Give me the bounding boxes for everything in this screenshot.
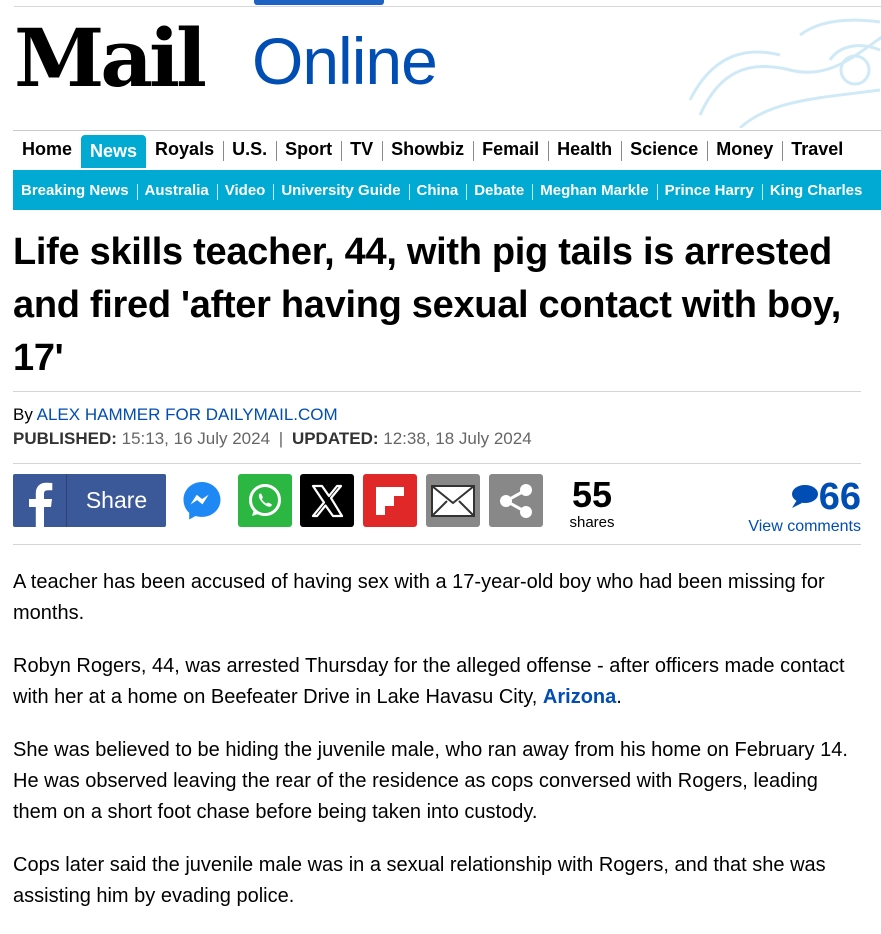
more-share-button[interactable] xyxy=(489,474,543,527)
share-divider xyxy=(13,544,861,545)
subnav-item-university-guide[interactable]: University Guide xyxy=(273,182,408,200)
share-icon xyxy=(500,483,532,518)
subnav-item-breaking-news[interactable]: Breaking News xyxy=(13,182,137,199)
comments-link[interactable]: 66 View comments xyxy=(740,476,861,536)
subnav-item-video[interactable]: Video xyxy=(216,182,274,200)
logo-online[interactable]: Online xyxy=(252,26,438,96)
subnav-item-prince-harry[interactable]: Prince Harry xyxy=(656,182,762,200)
share-count: 55 shares xyxy=(566,476,618,532)
nav-item-femail[interactable]: Femail xyxy=(473,131,548,168)
article-paragraph: Cops later said the juvenile male was in… xyxy=(13,854,826,907)
date-separator: | xyxy=(278,429,284,448)
byline-divider xyxy=(13,463,861,464)
masthead: Mail Online xyxy=(0,8,881,128)
flipboard-icon xyxy=(376,486,404,515)
article-headline: Life skills teacher, 44, with pig tails … xyxy=(13,231,841,379)
messenger-share-button[interactable] xyxy=(175,474,229,527)
article-dates: PUBLISHED: 15:13, 16 July 2024 | UPDATED… xyxy=(13,429,532,449)
x-icon xyxy=(311,484,344,517)
comment-bubble-icon xyxy=(791,485,818,508)
logo-mail[interactable]: Mail xyxy=(14,18,207,98)
nav-item-health[interactable]: Health xyxy=(548,131,621,168)
article-body: A teacher has been accused of having sex… xyxy=(13,567,863,934)
messenger-icon xyxy=(183,481,221,519)
article-paragraph: She was believed to be hiding the juveni… xyxy=(13,739,848,823)
subnav-item-meghan-markle[interactable]: Meghan Markle xyxy=(532,182,656,200)
article-paragraph: A teacher has been accused of having sex… xyxy=(13,571,825,624)
view-comments-label[interactable]: View comments xyxy=(740,518,861,536)
nav-item-travel[interactable]: Travel xyxy=(782,131,852,168)
arizona-link[interactable]: Arizona xyxy=(543,686,616,708)
masthead-decoration-icon xyxy=(688,18,881,128)
subnav-item-debate[interactable]: Debate xyxy=(466,182,532,200)
nav-item-money[interactable]: Money xyxy=(707,131,782,168)
article-paragraph: Robyn Rogers, 44, was arrested Thursday … xyxy=(13,651,863,713)
updated-date: 12:38, 18 July 2024 xyxy=(383,429,532,448)
author-link[interactable]: ALEX HAMMER FOR DAILYMAIL.COM xyxy=(37,405,338,424)
published-date: 15:13, 16 July 2024 xyxy=(121,429,271,448)
updated-label: UPDATED: xyxy=(291,429,379,448)
comments-count: 66 xyxy=(740,476,861,518)
facebook-share-button[interactable]: Share xyxy=(13,474,166,527)
subnav-item-china[interactable]: China xyxy=(408,182,467,200)
whatsapp-share-button[interactable] xyxy=(238,474,292,527)
paragraph-text: Robyn Rogers, 44, was arrested Thursday … xyxy=(13,655,845,708)
facebook-share-label: Share xyxy=(85,487,148,513)
comments-count-number: 66 xyxy=(818,476,861,518)
headline-divider xyxy=(13,391,861,392)
email-share-button[interactable] xyxy=(426,474,480,527)
secondary-nav: Breaking News Australia Video University… xyxy=(13,170,881,210)
nav-item-news[interactable]: News xyxy=(81,135,147,168)
byline-prefix: By xyxy=(13,405,33,424)
x-share-button[interactable] xyxy=(300,474,354,527)
nav-item-showbiz[interactable]: Showbiz xyxy=(382,131,473,168)
primary-nav: Home News Royals U.S. Sport TV Showbiz F… xyxy=(13,130,881,171)
published-label: PUBLISHED: xyxy=(13,429,117,448)
nav-item-sport[interactable]: Sport xyxy=(276,131,341,168)
top-strip xyxy=(0,0,881,8)
top-divider xyxy=(14,6,881,7)
nav-item-science[interactable]: Science xyxy=(621,131,707,168)
subnav-item-king-charles[interactable]: King Charles xyxy=(761,182,871,200)
facebook-icon xyxy=(13,474,67,527)
email-icon xyxy=(431,484,475,517)
nav-item-home[interactable]: Home xyxy=(13,131,81,168)
byline: By ALEX HAMMER FOR DAILYMAIL.COM xyxy=(13,405,338,425)
flipboard-share-button[interactable] xyxy=(363,474,417,527)
nav-item-tv[interactable]: TV xyxy=(341,131,382,168)
subnav-item-australia[interactable]: Australia xyxy=(136,182,217,200)
nav-item-us[interactable]: U.S. xyxy=(223,131,276,168)
whatsapp-icon xyxy=(249,483,281,516)
paragraph-end: . xyxy=(616,686,622,708)
top-blue-button[interactable] xyxy=(254,0,384,5)
share-count-number: 55 xyxy=(571,474,613,515)
nav-item-royals[interactable]: Royals xyxy=(146,131,223,168)
share-count-label: shares xyxy=(569,514,615,531)
